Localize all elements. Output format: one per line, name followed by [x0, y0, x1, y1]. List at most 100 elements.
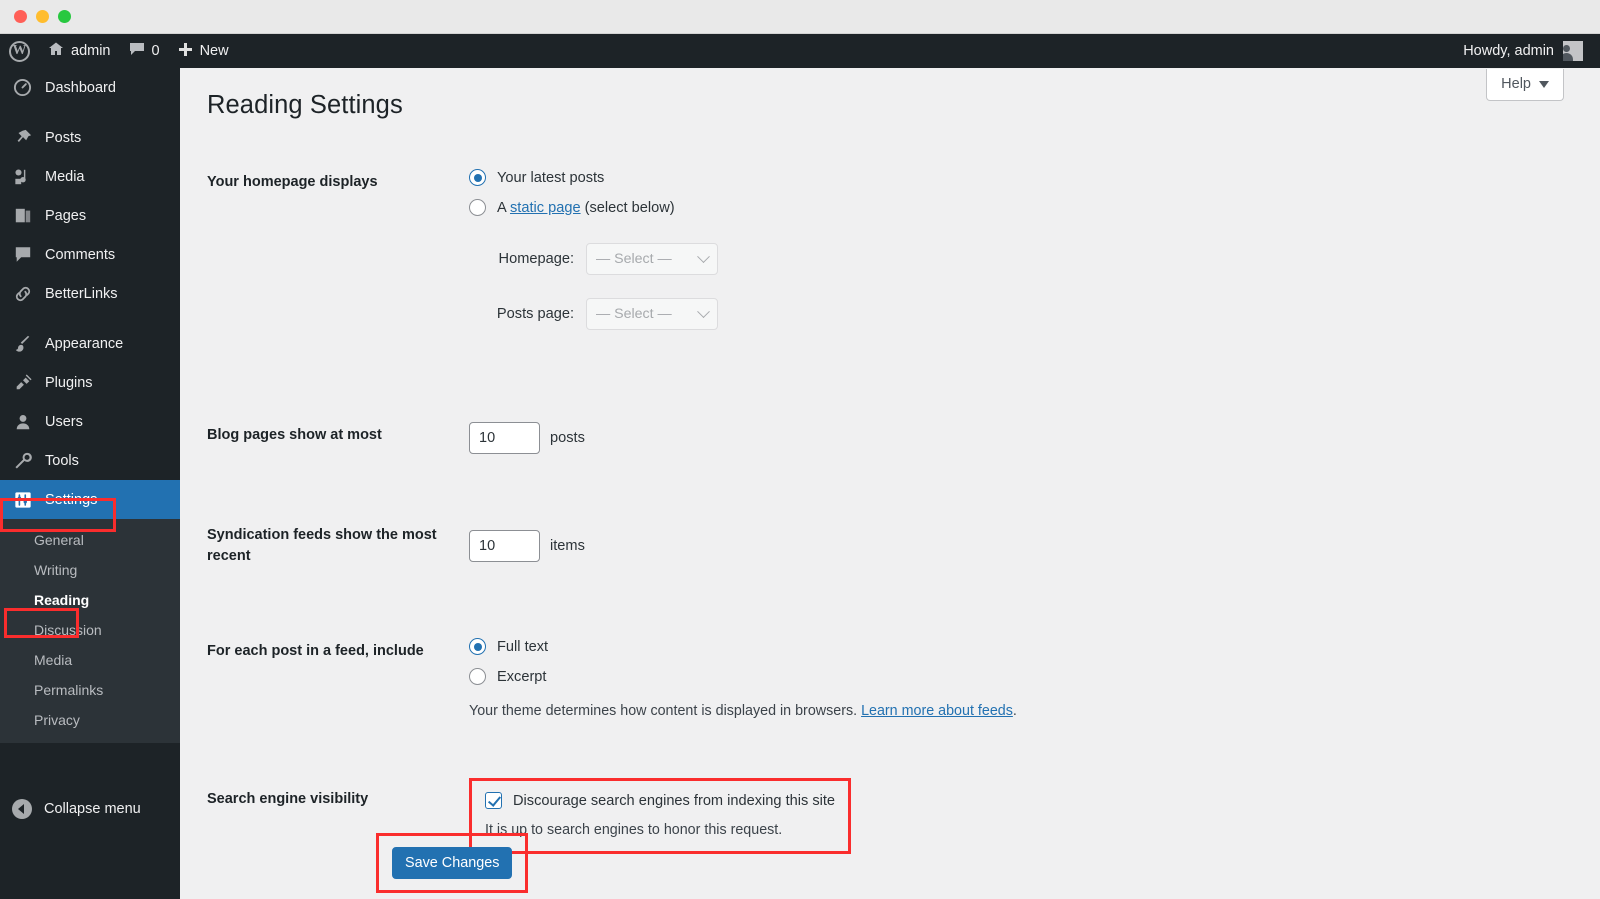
sidebar-item-dashboard[interactable]: Dashboard [0, 68, 180, 107]
sidebar-subitem-general[interactable]: General [0, 525, 180, 555]
static-prefix-text: A [497, 199, 510, 216]
pin-icon [12, 129, 33, 147]
sidebar-item-appearance[interactable]: Appearance [0, 324, 180, 363]
sidebar-subitem-reading[interactable]: Reading [0, 585, 180, 615]
wrench-icon [12, 452, 33, 470]
posts-page-select-label: Posts page: [496, 306, 574, 322]
field-search-visibility: Discourage search engines from indexing … [459, 762, 1407, 870]
posts-page-select-row: Posts page: — Select — [469, 298, 1397, 330]
settings-submenu: General Writing Reading Discussion Media… [0, 519, 180, 743]
comment-bubble-icon [129, 42, 145, 60]
sidebar-label-posts: Posts [45, 129, 82, 146]
admin-bar-new-label: New [199, 42, 229, 59]
sidebar-label-pages: Pages [45, 207, 87, 224]
sidebar-item-betterlinks[interactable]: BetterLinks [0, 274, 180, 313]
sidebar-label-betterlinks: BetterLinks [45, 285, 118, 302]
sidebar-subitem-media[interactable]: Media [0, 645, 180, 675]
homepage-select[interactable]: — Select — [586, 243, 718, 275]
sidebar-item-posts[interactable]: Posts [0, 118, 180, 157]
wp-admin-bar: W admin 0 New Howdy, admin [0, 34, 1600, 68]
feed-desc-suffix: . [1012, 703, 1017, 720]
avatar [1563, 41, 1583, 61]
radio-full-text-input[interactable] [469, 638, 486, 656]
sidebar-label-plugins: Plugins [45, 374, 93, 391]
sidebar-label-appearance: Appearance [45, 335, 124, 352]
help-tab-button[interactable]: Help [1486, 69, 1564, 101]
save-button[interactable]: Save Changes [392, 847, 513, 879]
blog-pages-unit: posts [550, 430, 585, 446]
checkbox-discourage-search[interactable]: Discourage search engines from indexing … [485, 792, 836, 810]
admin-bar-new-content[interactable]: New [169, 34, 238, 68]
close-window-button[interactable] [14, 10, 27, 23]
brush-icon [12, 335, 33, 353]
wordpress-logo-icon: W [9, 40, 30, 62]
page-title: Reading Settings [207, 91, 403, 119]
field-homepage-displays: Your latest posts A static page (select … [459, 153, 1407, 360]
syndication-unit: items [550, 538, 585, 555]
main-content-area: Help Reading Settings Your homepage disp… [180, 68, 1600, 899]
static-page-link[interactable]: static page [510, 200, 581, 216]
sidebar-label-comments: Comments [45, 246, 116, 263]
save-button-highlight: Save Changes [376, 833, 529, 893]
radio-static-page-label: A static page (select below) [497, 200, 675, 216]
radio-option-static-page[interactable]: A static page (select below) [469, 199, 1397, 216]
plus-icon [178, 42, 193, 61]
chevron-down-icon [1539, 76, 1549, 92]
admin-bar-howdy-label: Howdy, admin [1463, 42, 1554, 59]
collapse-arrow-icon [12, 799, 32, 819]
field-row-feed-include: For each post in a feed, include Full te… [207, 622, 1407, 735]
help-label: Help [1501, 76, 1531, 92]
label-feed-include: For each post in a feed, include [207, 643, 424, 660]
radio-option-latest-posts[interactable]: Your latest posts [469, 169, 1397, 186]
blog-pages-input[interactable]: 10 [469, 422, 540, 454]
radio-option-excerpt[interactable]: Excerpt [469, 668, 1397, 686]
admin-bar-site-name-label: admin [71, 42, 111, 59]
sidebar-item-users[interactable]: Users [0, 402, 180, 441]
sidebar-item-media[interactable]: Media [0, 157, 180, 196]
sidebar-item-comments[interactable]: Comments [0, 235, 180, 274]
radio-excerpt-input[interactable] [469, 668, 486, 686]
traffic-lights [14, 10, 71, 23]
admin-bar-site-name[interactable]: admin [39, 34, 120, 68]
sidebar-subitem-discussion[interactable]: Discussion [0, 615, 180, 645]
discourage-search-label: Discourage search engines from indexing … [513, 792, 836, 809]
media-icon [12, 168, 33, 186]
field-row-syndication: Syndication feeds show the most recent 1… [207, 506, 1407, 586]
pages-icon [12, 207, 33, 225]
collapse-menu-label: Collapse menu [44, 801, 141, 817]
reading-settings-form: Your homepage displays Your latest posts… [207, 153, 1407, 870]
radio-latest-posts-input[interactable] [469, 169, 486, 186]
discourage-search-checkbox[interactable] [485, 792, 502, 810]
sidebar-item-settings[interactable]: Settings [0, 480, 180, 519]
admin-bar-my-account[interactable]: Howdy, admin [1454, 34, 1592, 68]
syndication-input[interactable]: 10 [469, 530, 540, 563]
sidebar-subitem-privacy[interactable]: Privacy [0, 705, 180, 735]
admin-bar-wp-logo[interactable]: W [0, 34, 39, 68]
sidebar-item-plugins[interactable]: Plugins [0, 363, 180, 402]
window-title-bar [0, 0, 1600, 34]
search-visibility-note: It is up to search engines to honor this… [485, 822, 783, 839]
sidebar-item-tools[interactable]: Tools [0, 441, 180, 480]
minimize-window-button[interactable] [36, 10, 49, 23]
posts-page-select-value: — Select — [596, 306, 672, 322]
sidebar-label-dashboard: Dashboard [45, 79, 116, 96]
label-blog-pages: Blog pages show at most [207, 427, 382, 443]
radio-latest-posts-label: Your latest posts [497, 169, 605, 186]
radio-full-text-label: Full text [497, 638, 549, 655]
chevron-down-icon [697, 304, 710, 318]
sidebar-label-tools: Tools [45, 452, 79, 469]
radio-option-full-text[interactable]: Full text [469, 638, 1397, 656]
sidebar-subitem-writing[interactable]: Writing [0, 555, 180, 585]
settings-icon [12, 491, 33, 509]
admin-bar-comments[interactable]: 0 [120, 34, 169, 68]
collapse-menu-button[interactable]: Collapse menu [0, 790, 180, 828]
sidebar-item-pages[interactable]: Pages [0, 196, 180, 235]
user-icon [12, 413, 33, 431]
comment-icon [12, 246, 33, 263]
maximize-window-button[interactable] [58, 10, 71, 23]
learn-more-feeds-link[interactable]: Learn more about feeds [861, 703, 1013, 719]
radio-static-page-input[interactable] [469, 199, 486, 216]
posts-page-select[interactable]: — Select — [586, 298, 718, 330]
radio-excerpt-label: Excerpt [497, 668, 547, 685]
sidebar-subitem-permalinks[interactable]: Permalinks [0, 675, 180, 705]
